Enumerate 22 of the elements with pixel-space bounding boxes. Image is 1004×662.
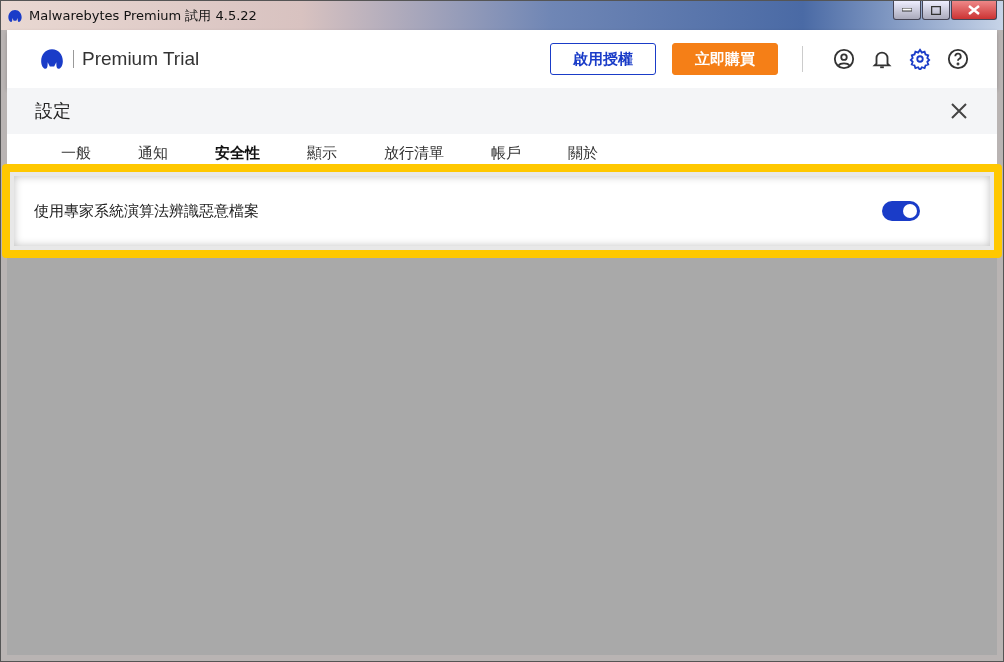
settings-icon[interactable] xyxy=(909,48,931,70)
settings-tab[interactable]: 安全性 xyxy=(215,144,260,163)
close-icon[interactable] xyxy=(951,1,997,20)
maximize-icon[interactable] xyxy=(922,1,950,20)
activate-button[interactable]: 啟用授權 xyxy=(550,43,656,75)
settings-tab[interactable]: 一般 xyxy=(61,144,91,163)
toggle-switch[interactable] xyxy=(882,201,920,221)
settings-tab[interactable]: 放行清單 xyxy=(384,144,444,163)
setting-label: 使用專家系統演算法辨識惡意檔案 xyxy=(34,201,259,221)
brand-logo-icon xyxy=(39,46,65,72)
app-logo-icon xyxy=(7,7,23,24)
window-title: Malwarebytes Premium 試用 4.5.22 xyxy=(29,6,257,25)
close-icon[interactable] xyxy=(951,103,967,119)
settings-tab[interactable]: 通知 xyxy=(138,144,168,163)
product-name: Premium Trial xyxy=(82,48,200,70)
account-icon[interactable] xyxy=(833,48,855,70)
settings-tab[interactable]: 顯示 xyxy=(307,144,337,163)
panel-title: 設定 xyxy=(35,99,71,123)
minimize-icon[interactable] xyxy=(893,1,921,20)
settings-tab[interactable]: 帳戶 xyxy=(491,144,521,163)
help-icon[interactable] xyxy=(947,48,969,70)
settings-tab[interactable]: 關於 xyxy=(568,144,598,163)
